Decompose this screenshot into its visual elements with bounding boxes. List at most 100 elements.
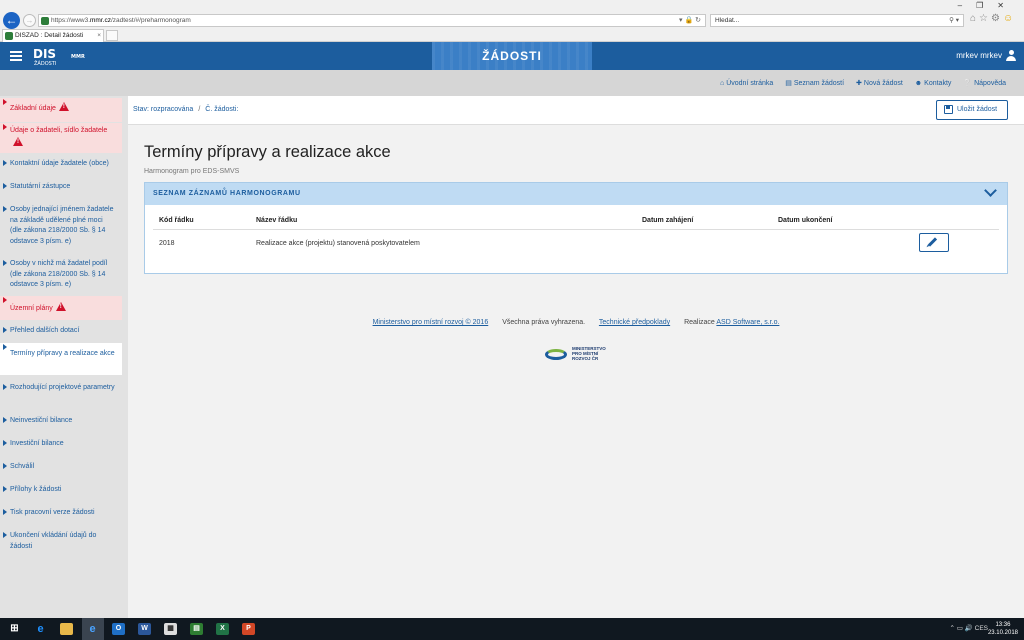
sidebar-item-land-plans[interactable]: Územní plány bbox=[0, 296, 122, 320]
search-placeholder: Hledat... bbox=[715, 17, 740, 24]
nav-contacts-label: Kontakty bbox=[924, 80, 952, 87]
spreadsheet-app-icon[interactable]: ▤ bbox=[190, 623, 203, 635]
url-host: mmr.cz bbox=[90, 17, 111, 24]
sidebar-item-shares[interactable]: Osoby v nichž má žadatel podíl (dle záko… bbox=[0, 259, 122, 291]
sidebar-item-invest-balance[interactable]: Investiční bilance bbox=[0, 439, 122, 450]
nav-new-application-link[interactable]: ✚ Nová žádost bbox=[856, 80, 903, 87]
panel-title: SEZNAM ZÁZNAMŮ HARMONOGRAMU bbox=[153, 190, 301, 197]
lock-refresh-icon[interactable]: ▾ 🔒 ↻ bbox=[679, 15, 701, 27]
favorites-icon[interactable]: ☆ bbox=[979, 13, 991, 24]
sidebar-item-basic-data[interactable]: Základní údaje bbox=[0, 98, 122, 122]
sidebar-item-label: Ukončení vkládání údajů do žádosti bbox=[10, 532, 97, 550]
clock-time: 13:36 bbox=[995, 622, 1011, 628]
sidebar-item-label: Osoby jednající jménem žadatele na zákla… bbox=[10, 206, 114, 245]
sidebar-item-attachments[interactable]: Přílohy k žádosti bbox=[0, 485, 122, 496]
warning-icon bbox=[13, 136, 23, 146]
save-application-button[interactable]: Uložit žádost bbox=[936, 100, 1008, 120]
panel-header[interactable]: SEZNAM ZÁZNAMŮ HARMONOGRAMU bbox=[145, 183, 1007, 205]
browser-tab[interactable]: DISZAD : Detail žádosti × bbox=[2, 29, 104, 42]
sidebar-item-noninvest-balance[interactable]: Neinvestiční bilance bbox=[0, 416, 122, 427]
sidebar-item-schedule[interactable]: Termíny přípravy a realizace akce bbox=[0, 343, 122, 375]
home-toolbar-icon[interactable]: ⌂ bbox=[970, 13, 979, 24]
calculator-icon[interactable]: ▦ bbox=[164, 623, 177, 635]
sidebar-item-other-subsidies[interactable]: Přehled dalších dotací bbox=[0, 326, 122, 337]
feedback-smiley-icon[interactable]: ☺ bbox=[1003, 13, 1016, 24]
user-name[interactable]: mrkev mrkev bbox=[956, 51, 1002, 60]
chevron-down-icon[interactable] bbox=[984, 184, 997, 197]
app-logo[interactable]: DIS ŽÁDOSTI MMR bbox=[33, 47, 85, 67]
sidebar-item-label: Tisk pracovní verze žádosti bbox=[10, 509, 95, 516]
back-button[interactable]: ← bbox=[3, 12, 20, 29]
tab-title: DISZAD : Detail žádosti bbox=[15, 32, 84, 39]
powerpoint-icon[interactable]: P bbox=[242, 623, 255, 635]
table-header-divider bbox=[153, 229, 999, 230]
row-name: Realizace akce (projektu) stanovená posk… bbox=[256, 240, 420, 247]
schedule-panel: SEZNAM ZÁZNAMŮ HARMONOGRAMU Kód řádku Ná… bbox=[144, 182, 1008, 274]
tab-close-icon[interactable]: × bbox=[97, 30, 101, 42]
nav-home-label: Úvodní stránka bbox=[726, 80, 774, 87]
settings-gear-icon[interactable]: ⚙ bbox=[991, 13, 1003, 24]
address-bar[interactable]: https://www3.mmr.cz/zadtest/#/preharmono… bbox=[38, 14, 706, 27]
sidebar-item-print[interactable]: Tisk pracovní verze žádosti bbox=[0, 508, 122, 519]
excel-icon[interactable]: X bbox=[216, 623, 229, 635]
sidebar-item-proxies[interactable]: Osoby jednající jménem žadatele na zákla… bbox=[0, 205, 122, 247]
menu-hamburger-icon[interactable] bbox=[10, 51, 22, 61]
footer-vendor-link[interactable]: ASD Software, s.r.o. bbox=[716, 319, 779, 326]
browser-search-input[interactable]: Hledat... ⚲ ▾ bbox=[710, 14, 964, 27]
user-icon[interactable] bbox=[1006, 50, 1016, 61]
window-controls[interactable]: –❐✕ bbox=[958, 1, 1018, 10]
sidebar-item-label: Kontaktní údaje žadatele (obce) bbox=[10, 160, 109, 167]
nav-help-link[interactable]: ❔ Nápověda bbox=[963, 80, 1006, 87]
plus-icon: ✚ bbox=[856, 80, 862, 87]
edit-row-button[interactable] bbox=[919, 233, 949, 252]
url-path: /zadtest/#/preharmonogram bbox=[110, 17, 191, 24]
outlook-icon[interactable]: O bbox=[112, 623, 125, 635]
save-label: Uložit žádost bbox=[957, 106, 998, 113]
search-icon[interactable]: ⚲ ▾ bbox=[949, 15, 959, 27]
sidebar-item-label: Schválil bbox=[10, 463, 35, 470]
ministry-logo[interactable]: MINISTERSTVO PRO MÍSTNÍ ROZVOJ ČR bbox=[545, 346, 615, 364]
logo-mmr-text: MMR bbox=[71, 54, 85, 60]
sidebar-item-contacts[interactable]: Kontaktní údaje žadatele (obce) bbox=[0, 159, 122, 170]
sidebar-item-label: Územní plány bbox=[10, 305, 53, 312]
file-explorer-icon[interactable] bbox=[60, 623, 73, 635]
nav-home-link[interactable]: ⌂ Úvodní stránka bbox=[720, 80, 773, 87]
header-title: ŽÁDOSTI bbox=[482, 49, 542, 63]
forward-button[interactable]: → bbox=[23, 14, 36, 27]
breadcrumb-status[interactable]: Stav: rozpracována bbox=[133, 106, 193, 113]
nav-contacts-link[interactable]: ☻ Kontakty bbox=[915, 80, 952, 87]
word-icon[interactable]: W bbox=[138, 623, 151, 635]
new-tab-button[interactable] bbox=[106, 30, 118, 41]
page-title: Termíny přípravy a realizace akce bbox=[144, 143, 391, 161]
breadcrumb-number[interactable]: Č. žádosti: bbox=[205, 106, 238, 113]
breadcrumb-bar: Stav: rozpracována / Č. žádosti: Uložit žá… bbox=[128, 96, 1024, 125]
language-indicator[interactable]: CES bbox=[975, 625, 988, 632]
sidebar-item-statutory[interactable]: Statutární zástupce bbox=[0, 182, 122, 193]
warning-icon bbox=[58, 102, 69, 111]
edge-browser-icon[interactable]: e bbox=[34, 623, 47, 635]
sidebar-item-label: Termíny přípravy a realizace akce bbox=[10, 350, 115, 357]
sidebar-item-label: Statutární zástupce bbox=[10, 183, 71, 190]
app-header: DIS ŽÁDOSTI MMR ŽÁDOSTI mrkev mrkev bbox=[0, 42, 1024, 70]
sidebar-item-finish[interactable]: Ukončení vkládání údajů do žádosti bbox=[0, 531, 122, 552]
sidebar-item-approved[interactable]: Schválil bbox=[0, 462, 122, 473]
pencil-icon bbox=[927, 237, 938, 247]
sidebar-item-parameters[interactable]: Rozhodující projektové parametry bbox=[0, 383, 122, 394]
system-clock[interactable]: 13:36 23.10.2018 bbox=[988, 621, 1018, 637]
footer: Ministerstvo pro místní rozvoj © 2016 Vš… bbox=[128, 319, 1024, 326]
footer-copyright-link[interactable]: Ministerstvo pro místní rozvoj © 2016 bbox=[373, 319, 489, 326]
help-icon: ❔ bbox=[963, 80, 973, 87]
system-tray[interactable]: ⌃ ▭ 🔊 CES bbox=[950, 624, 988, 632]
windows-start-icon[interactable]: ⊞ bbox=[8, 623, 21, 635]
clock-date: 23.10.2018 bbox=[987, 630, 1018, 636]
breadcrumb-separator: / bbox=[198, 106, 201, 113]
nav-applications-link[interactable]: ▤ Seznam žádostí bbox=[785, 80, 844, 87]
internet-explorer-icon[interactable]: e bbox=[86, 623, 99, 635]
footer-realization: Realizace bbox=[684, 319, 715, 326]
footer-tech-link[interactable]: Technické předpoklady bbox=[599, 319, 670, 326]
column-header-code: Kód řádku bbox=[159, 217, 194, 224]
sidebar-item-applicant[interactable]: Údaje o žadateli, sídlo žadatele bbox=[0, 123, 122, 153]
sidebar-item-label: Přílohy k žádosti bbox=[10, 486, 62, 493]
list-icon: ▤ bbox=[785, 80, 792, 87]
ministry-emblem-icon bbox=[545, 349, 567, 360]
